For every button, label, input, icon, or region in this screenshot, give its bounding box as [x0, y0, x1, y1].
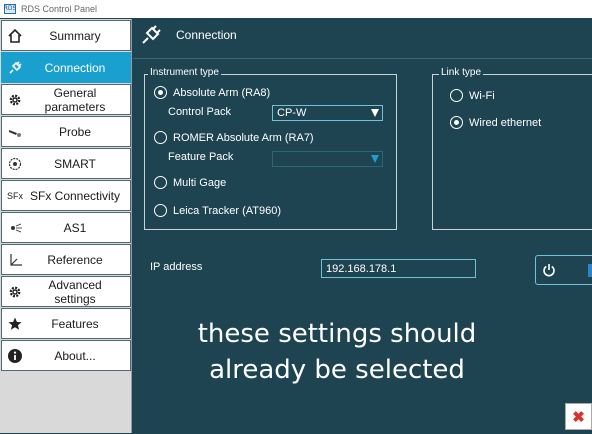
- sidebar-item-probe[interactable]: Probe: [1, 116, 131, 147]
- sidebar-item-label: Summary: [49, 28, 101, 43]
- sidebar-item-label: Probe: [58, 124, 92, 139]
- home-icon: [2, 21, 28, 50]
- radio-label: Multi Gage: [173, 176, 227, 189]
- feature-pack-label: Feature Pack: [168, 151, 234, 163]
- radio-wired-ethernet[interactable]: Wired ethernet: [450, 116, 541, 129]
- radio-multi-gage[interactable]: Multi Gage: [154, 176, 226, 189]
- control-pack-select[interactable]: CP-W: [272, 105, 383, 121]
- sidebar-item-sfx-connectivity[interactable]: SFx SFx Connectivity: [1, 180, 131, 211]
- sidebar-item-label: Reference: [47, 252, 103, 267]
- sidebar-item-label: General parameters: [44, 85, 106, 114]
- axes-icon: [2, 245, 28, 274]
- annotation-line-2: already be selected: [209, 355, 465, 385]
- radio-label: Wi-Fi: [469, 89, 495, 102]
- instrument-type-legend: Instrument type: [148, 67, 221, 78]
- radio-circle[interactable]: [450, 116, 463, 129]
- sidebar-item-features[interactable]: Features: [1, 308, 131, 339]
- scanner-icon: [2, 213, 28, 242]
- ip-address-input[interactable]: 192.168.178.1: [321, 259, 476, 278]
- window-titlebar: RDS RDS Control Panel: [0, 0, 592, 18]
- radio-absolute-arm-ra8[interactable]: Absolute Arm (RA8): [154, 86, 270, 99]
- radio-label: Leica Tracker (AT960): [173, 204, 282, 217]
- sidebar-item-reference[interactable]: Reference: [1, 244, 131, 275]
- app-logo-icon: RDS: [3, 4, 17, 14]
- app-window: Summary Connection General parameters Pr…: [0, 18, 592, 434]
- probe-icon: [2, 117, 28, 146]
- radio-circle[interactable]: [154, 176, 167, 189]
- dropdown-arrow-icon: [371, 155, 379, 163]
- radio-label: Wired ethernet: [469, 116, 542, 129]
- close-button[interactable]: ✖: [565, 403, 592, 430]
- page-title: Connection: [176, 28, 237, 42]
- sidebar-item-connection[interactable]: Connection: [1, 52, 131, 83]
- radio-wifi[interactable]: Wi-Fi: [450, 89, 495, 102]
- sidebar: Summary Connection General parameters Pr…: [0, 19, 132, 433]
- close-icon: ✖: [572, 408, 585, 426]
- sidebar-item-as1[interactable]: AS1: [1, 212, 131, 243]
- plug-icon: [2, 53, 28, 82]
- annotation-line-1: these settings should: [197, 319, 477, 349]
- radio-circle[interactable]: [154, 204, 167, 217]
- header-divider: [133, 58, 592, 59]
- radio-label: Absolute Arm (RA8): [173, 86, 271, 99]
- sidebar-item-label: SFx Connectivity: [29, 188, 121, 203]
- control-pack-label: Control Pack: [168, 106, 231, 118]
- connection-status-bar: [588, 264, 592, 277]
- control-pack-value: CP-W: [277, 107, 307, 119]
- window-title: RDS Control Panel: [21, 4, 98, 14]
- radio-circle[interactable]: [154, 86, 167, 99]
- info-icon: [2, 341, 28, 370]
- plug-icon: [142, 25, 161, 44]
- star-icon: [2, 309, 28, 338]
- sidebar-item-label: Connection: [44, 60, 106, 75]
- sidebar-item-label: AS1: [63, 220, 87, 235]
- power-icon: [543, 264, 555, 277]
- ip-address-label: IP address: [150, 261, 203, 273]
- link-type-legend: Link type: [439, 67, 484, 78]
- feature-pack-select[interactable]: [272, 151, 383, 167]
- sidebar-item-label: Features: [51, 316, 99, 331]
- sidebar-item-about[interactable]: About...: [1, 340, 131, 371]
- gear-icon: [2, 85, 28, 114]
- connect-button[interactable]: [535, 255, 592, 285]
- annotation-overlay: these settings should already be selecte…: [133, 316, 541, 388]
- sidebar-item-smart[interactable]: SMART: [1, 148, 131, 179]
- sidebar-item-label: Advanced settings: [48, 277, 102, 306]
- radio-leica-tracker-at960[interactable]: Leica Tracker (AT960): [154, 204, 281, 217]
- sidebar-item-label: SMART: [54, 156, 96, 171]
- sidebar-item-summary[interactable]: Summary: [1, 20, 131, 51]
- dropdown-arrow-icon: [371, 109, 379, 117]
- sidebar-item-label: About...: [54, 348, 96, 363]
- gear-icon: [2, 277, 28, 306]
- radio-romer-absolute-arm-ra7[interactable]: ROMER Absolute Arm (RA7): [154, 131, 314, 144]
- sidebar-item-advanced-settings[interactable]: Advanced settings: [1, 276, 131, 307]
- radio-circle[interactable]: [154, 131, 167, 144]
- sidebar-item-general-parameters[interactable]: General parameters: [1, 84, 131, 115]
- sfx-icon: SFx: [6, 190, 23, 201]
- radio-circle[interactable]: [450, 89, 463, 102]
- smart-icon: [2, 149, 28, 178]
- radio-label: ROMER Absolute Arm (RA7): [173, 131, 314, 144]
